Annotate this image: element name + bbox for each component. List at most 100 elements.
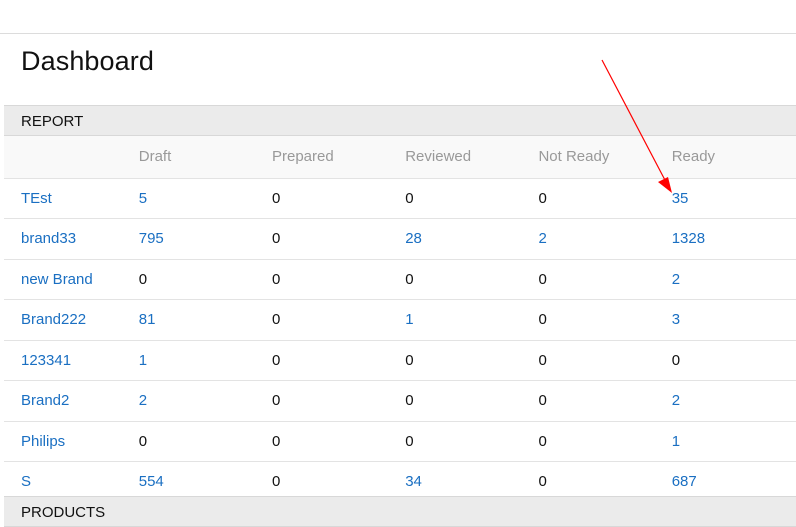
reviewed-count-link[interactable]: 34 xyxy=(405,473,422,490)
column-header-ready: Ready xyxy=(670,136,796,179)
column-header-draft: Draft xyxy=(137,136,271,179)
draft-count-link[interactable]: 795 xyxy=(139,230,164,247)
table-row: Philips 0 0 0 0 1 xyxy=(4,421,796,462)
column-header-reviewed: Reviewed xyxy=(404,136,538,179)
reviewed-cell: 0 xyxy=(404,421,538,462)
ready-cell: 3 xyxy=(670,299,796,341)
table-row: brand33 795 0 28 2 1328 xyxy=(4,218,796,260)
reviewed-cell: 0 xyxy=(404,380,538,422)
draft-cell: 2 xyxy=(137,380,271,422)
prepared-cell: 0 xyxy=(270,299,405,341)
draft-cell: 81 xyxy=(137,299,271,341)
products-heading-label: PRODUCTS xyxy=(21,504,106,521)
reviewed-count: 0 xyxy=(405,270,414,288)
draft-count-link[interactable]: 5 xyxy=(139,190,147,207)
products-panel-heading: PRODUCTS xyxy=(4,496,796,527)
brand-cell: Brand2 xyxy=(4,380,138,422)
draft-count: 0 xyxy=(138,270,148,288)
table-row: 123341 1 0 0 0 0 xyxy=(4,340,796,381)
ready-count: 0 xyxy=(671,351,681,369)
report-table: Draft Prepared Reviewed Not Ready Ready … xyxy=(4,136,796,503)
not-ready-cell: 0 xyxy=(537,259,671,300)
brand-cell: 123341 xyxy=(4,340,138,381)
brand-link[interactable]: brand33 xyxy=(21,230,76,247)
prepared-cell: 0 xyxy=(270,421,405,462)
reviewed-count: 0 xyxy=(405,432,414,450)
prepared-cell: 0 xyxy=(270,259,405,300)
table-row: Brand222 81 0 1 0 3 xyxy=(4,299,796,341)
ready-count-link[interactable]: 3 xyxy=(672,311,680,328)
reviewed-count: 0 xyxy=(405,351,414,369)
reviewed-cell: 0 xyxy=(404,259,538,300)
ready-count-link[interactable]: 2 xyxy=(672,392,680,409)
ready-count-link[interactable]: 35 xyxy=(672,190,689,207)
table-row: TEst 5 0 0 0 35 xyxy=(4,178,796,219)
column-header-not-ready: Not Ready xyxy=(537,136,671,179)
table-header-row: Draft Prepared Reviewed Not Ready Ready xyxy=(4,136,796,179)
column-header-brand xyxy=(4,136,138,179)
not-ready-cell: 0 xyxy=(537,380,671,422)
brand-cell: new Brand xyxy=(4,259,138,300)
ready-count-link[interactable]: 2 xyxy=(672,271,680,288)
brand-link[interactable]: new Brand xyxy=(21,271,93,288)
not-ready-cell: 0 xyxy=(537,299,671,341)
ready-cell: 1 xyxy=(670,421,796,462)
draft-count-link[interactable]: 2 xyxy=(139,392,147,409)
ready-cell: 1328 xyxy=(670,218,796,260)
brand-link[interactable]: TEst xyxy=(21,190,52,207)
ready-count-link[interactable]: 1 xyxy=(672,433,680,450)
draft-count-link[interactable]: 81 xyxy=(139,311,156,328)
reviewed-count: 0 xyxy=(405,392,414,410)
draft-cell: 5 xyxy=(137,178,271,219)
prepared-cell: 0 xyxy=(270,178,405,219)
prepared-count: 0 xyxy=(271,230,281,248)
table-row: new Brand 0 0 0 0 2 xyxy=(4,259,796,300)
table-row: Brand2 2 0 0 0 2 xyxy=(4,380,796,422)
report-panel: REPORT Draft Prepared Reviewed Not Ready… xyxy=(4,105,796,505)
draft-count-link[interactable]: 554 xyxy=(139,473,164,490)
ready-count-link[interactable]: 1328 xyxy=(672,230,705,247)
ready-cell: 2 xyxy=(670,259,796,300)
reviewed-cell: 0 xyxy=(404,340,538,381)
not-ready-count: 0 xyxy=(538,432,547,450)
reviewed-count-link[interactable]: 1 xyxy=(405,311,413,328)
draft-cell: 1 xyxy=(137,340,271,381)
report-table-scroll[interactable]: Draft Prepared Reviewed Not Ready Ready … xyxy=(4,136,796,505)
prepared-count: 0 xyxy=(271,270,281,288)
not-ready-cell: 0 xyxy=(537,340,671,381)
brand-cell: Brand222 xyxy=(4,299,138,341)
reviewed-count-link[interactable]: 28 xyxy=(405,230,422,247)
prepared-count: 0 xyxy=(271,189,281,207)
ready-cell: 35 xyxy=(670,178,796,219)
not-ready-cell: 2 xyxy=(537,218,671,260)
brand-cell: Philips xyxy=(4,421,138,462)
draft-cell: 0 xyxy=(137,259,271,300)
not-ready-count: 0 xyxy=(538,270,547,288)
brand-cell: TEst xyxy=(4,178,138,219)
reviewed-count: 0 xyxy=(405,189,414,207)
prepared-cell: 0 xyxy=(270,218,405,260)
prepared-count: 0 xyxy=(271,473,281,491)
column-header-prepared: Prepared xyxy=(270,136,405,179)
brand-link[interactable]: Brand2 xyxy=(21,392,69,409)
brand-link[interactable]: 123341 xyxy=(21,352,71,369)
page-title: Dashboard xyxy=(21,46,154,76)
prepared-cell: 0 xyxy=(270,380,405,422)
products-panel: PRODUCTS xyxy=(4,496,796,527)
not-ready-count: 0 xyxy=(538,392,547,410)
brand-link[interactable]: Philips xyxy=(21,433,65,450)
not-ready-count: 0 xyxy=(538,189,547,207)
not-ready-count: 0 xyxy=(538,473,547,491)
report-panel-heading: REPORT xyxy=(4,105,796,136)
top-bar xyxy=(0,0,796,34)
draft-count-link[interactable]: 1 xyxy=(139,352,147,369)
reviewed-cell: 0 xyxy=(404,178,538,219)
reviewed-cell: 28 xyxy=(404,218,538,260)
not-ready-count-link[interactable]: 2 xyxy=(538,230,546,247)
brand-link[interactable]: S xyxy=(21,473,31,490)
brand-link[interactable]: Brand222 xyxy=(21,311,86,328)
not-ready-count: 0 xyxy=(538,351,547,369)
not-ready-cell: 0 xyxy=(537,178,671,219)
prepared-count: 0 xyxy=(271,432,281,450)
ready-count-link[interactable]: 687 xyxy=(672,473,697,490)
